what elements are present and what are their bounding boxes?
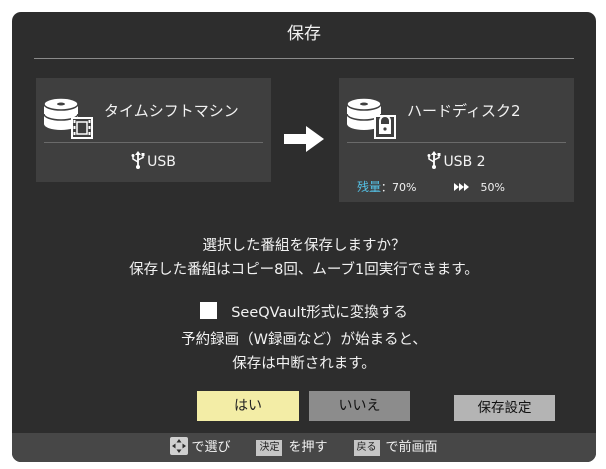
source-connection-label: USB	[147, 154, 176, 170]
panel-divider	[44, 142, 263, 143]
footer-enter-text: を押す	[288, 440, 328, 455]
usb-icon	[131, 151, 145, 169]
dialog-title: 保存	[287, 24, 321, 44]
remaining-separator: ：	[381, 181, 393, 194]
remaining-after: 50%	[480, 181, 505, 194]
destination-device-name: ハードディスク2	[407, 102, 521, 120]
right-arrow-icon	[284, 126, 324, 152]
source-device-name: タイムシフトマシン	[104, 102, 239, 120]
fast-forward-icon	[454, 183, 470, 191]
destination-connection: USB 2	[339, 148, 574, 176]
remaining-label: 残量	[357, 180, 382, 194]
seeqvault-option[interactable]: SeeQVault形式に変換する	[12, 301, 596, 322]
source-connection: USB	[36, 148, 271, 176]
seeqvault-label: SeeQVault形式に変換する	[231, 305, 408, 321]
remaining-capacity: 残量：70% 50%	[357, 176, 505, 198]
enter-key-badge: 決定	[256, 440, 283, 456]
panel-divider	[347, 142, 566, 143]
usb-icon	[427, 151, 441, 169]
warning-message-line1: 予約録画（W録画など）が始まると、	[181, 332, 427, 348]
remaining-now: 70%	[392, 181, 417, 194]
disc-stack-film-icon	[43, 97, 93, 139]
save-dialog: 保存 タイムシフトマシン USB ハードディスク2 USB 2 残量：70% 5…	[12, 12, 596, 462]
footer-hints: で選び 決定 を押す 戻る で前画面	[12, 433, 596, 462]
copy-info-message: 保存した番組はコピー8回、ムーブ1回実行できます。	[129, 262, 479, 278]
footer-select-text: で選び	[191, 440, 231, 455]
confirm-message: 選択した番組を保存しますか？	[202, 238, 406, 254]
no-button[interactable]: いいえ	[309, 391, 410, 421]
title-divider	[34, 58, 574, 59]
footer-hint-bar: で選び 決定 を押す 戻る で前画面	[12, 433, 596, 462]
warning-message-line2: 保存は中断されます。	[232, 356, 376, 372]
save-settings-button[interactable]: 保存設定	[454, 395, 555, 421]
disc-stack-lock-icon	[346, 97, 396, 139]
source-device-panel: タイムシフトマシン USB	[36, 78, 271, 182]
seeqvault-checkbox[interactable]	[200, 302, 218, 319]
footer-back-text: で前画面	[385, 440, 438, 455]
destination-device-panel: ハードディスク2 USB 2 残量：70% 50%	[339, 78, 574, 202]
dpad-icon	[170, 437, 189, 455]
yes-button[interactable]: はい	[197, 391, 299, 421]
destination-connection-label: USB 2	[443, 154, 486, 170]
back-key-badge: 戻る	[353, 440, 380, 456]
